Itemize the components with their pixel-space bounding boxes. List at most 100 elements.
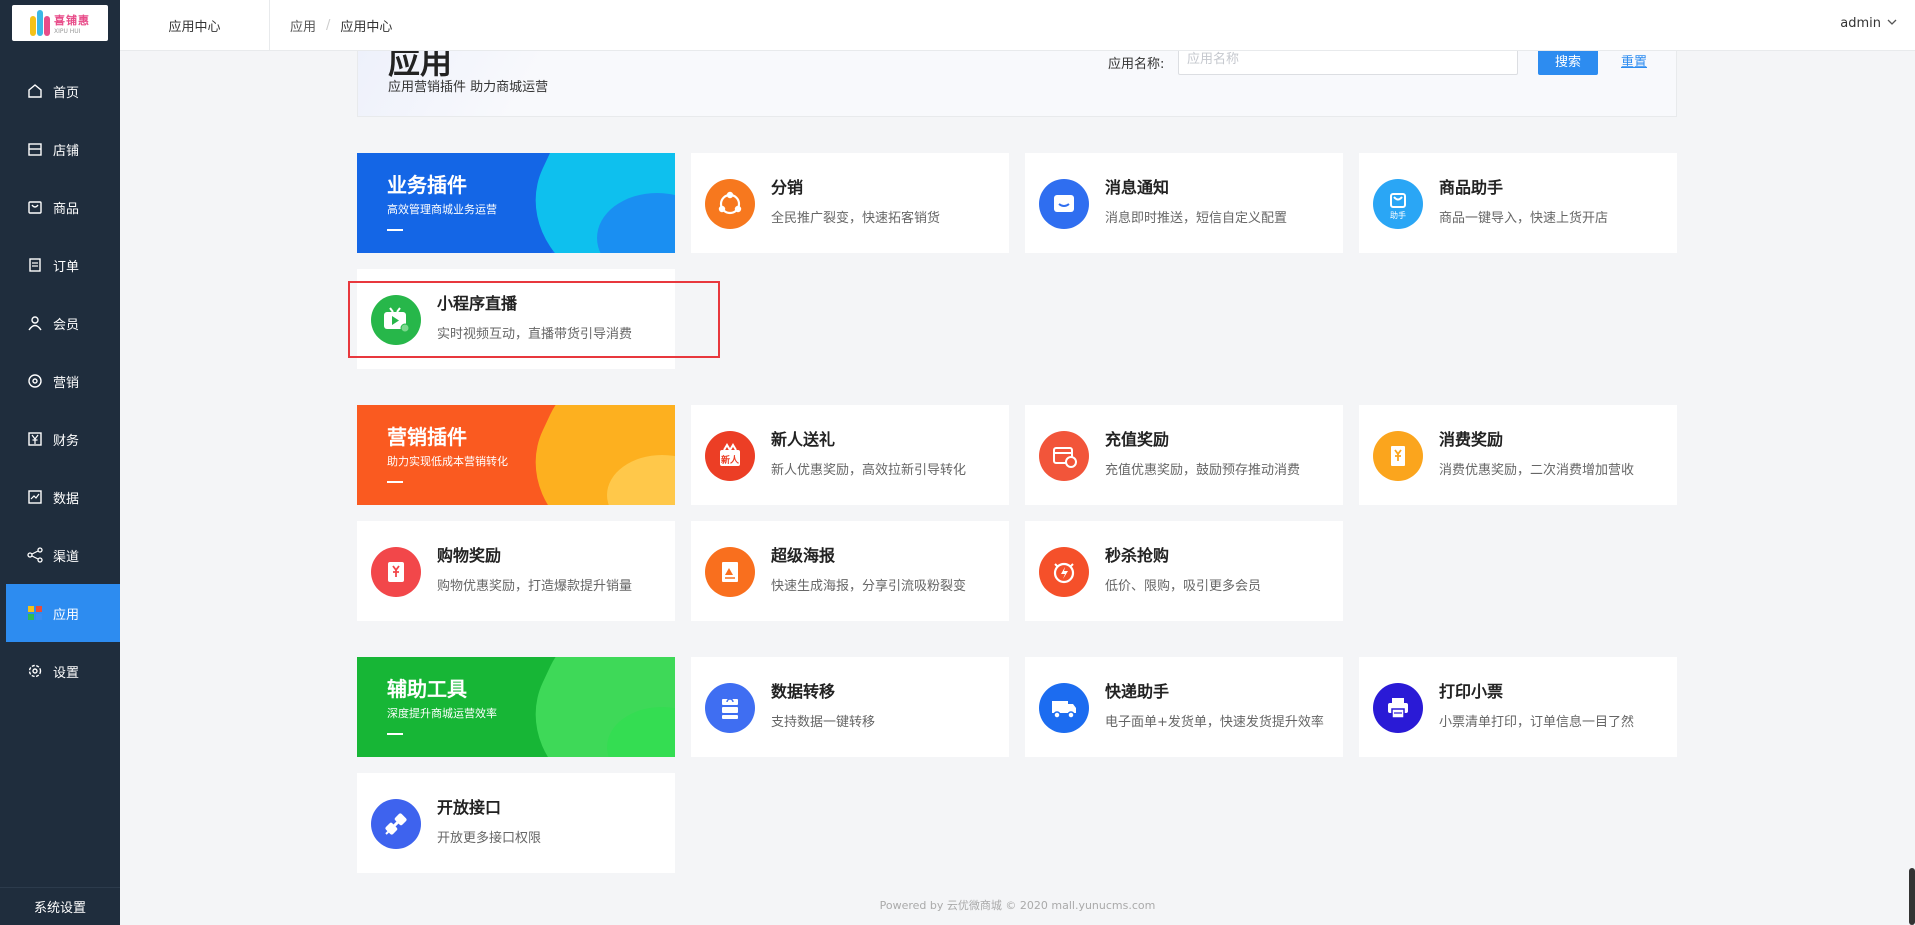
app-title: 秒杀抢购 xyxy=(1105,546,1170,565)
sidebar-item-goods[interactable]: 商品 xyxy=(0,178,120,236)
top-header: 应用中心 应用 / 应用中心 admin xyxy=(120,0,1915,51)
category-title: 辅助工具 xyxy=(387,677,467,701)
home-icon xyxy=(26,83,43,100)
search-button[interactable]: 搜索 xyxy=(1538,51,1598,75)
page-banner: 应用 应用营销插件 助力商城运营 应用名称: 搜索 重置 xyxy=(357,51,1677,117)
sidebar-item-marketing[interactable]: 营销 xyxy=(0,352,120,410)
app-card-recharge-reward[interactable]: 充值奖励 充值优惠奖励，鼓励预存推动消费 xyxy=(1025,405,1343,505)
logo-subtext: XIPU HUI xyxy=(54,27,81,35)
sidebar-item-order[interactable]: 订单 xyxy=(0,236,120,294)
shopping-icon xyxy=(371,547,421,597)
sidebar-item-finance[interactable]: 财务 xyxy=(0,410,120,468)
reset-link[interactable]: 重置 xyxy=(1621,51,1647,70)
category-business-plugins: 业务插件 高效管理商城业务运营 xyxy=(357,153,675,253)
sidebar-item-label: 首页 xyxy=(53,85,80,101)
app-desc: 全民推广裂变，快速拓客销货 xyxy=(771,211,941,226)
order-icon xyxy=(26,257,43,274)
icon-badge: 新人 xyxy=(720,456,739,466)
category-auxiliary-tools: 辅助工具 深度提升商城运营效率 xyxy=(357,657,675,757)
sidebar-item-label: 数据 xyxy=(53,491,80,507)
app-card-data-transfer[interactable]: 数据转移 支持数据一键转移 xyxy=(691,657,1009,757)
app-desc: 低价、限购，吸引更多会员 xyxy=(1105,579,1262,594)
user-name: admin xyxy=(1840,16,1881,31)
category-subtitle: 助力实现低成本营销转化 xyxy=(387,455,508,468)
sidebar-item-label: 营销 xyxy=(53,375,80,391)
app-title: 打印小票 xyxy=(1439,682,1504,701)
sidebar-item-label: 订单 xyxy=(53,259,80,275)
gift-icon: 新人 xyxy=(705,431,755,481)
sidebar-item-settings[interactable]: 设置 xyxy=(0,642,120,700)
category-dash xyxy=(387,229,403,231)
sidebar-nav: 首页 店铺 商品 订单 会员 营销 财务 数据 渠道 应用 设置 xyxy=(0,62,120,700)
sidebar-item-channel[interactable]: 渠道 xyxy=(0,526,120,584)
sidebar-item-label: 设置 xyxy=(53,665,80,681)
category-title: 营销插件 xyxy=(387,425,467,449)
app-card-message[interactable]: 消息通知 消息即时推送，短信自定义配置 xyxy=(1025,153,1343,253)
sidebar-item-member[interactable]: 会员 xyxy=(0,294,120,352)
app-card-consume-reward[interactable]: 消费奖励 消费优惠奖励，二次消费增加营收 xyxy=(1359,405,1677,505)
logo[interactable]: 喜铺惠 XIPU HUI xyxy=(12,5,108,41)
icon-badge: 助手 xyxy=(1390,211,1406,220)
scrollbar-thumb[interactable] xyxy=(1909,868,1915,925)
data-transfer-icon xyxy=(705,683,755,733)
recharge-icon xyxy=(1039,431,1089,481)
message-icon xyxy=(1039,179,1089,229)
app-desc: 快速生成海报，分享引流吸粉裂变 xyxy=(771,579,967,594)
app-title: 消费奖励 xyxy=(1439,430,1504,449)
distribution-icon xyxy=(705,179,755,229)
sidebar-item-label: 会员 xyxy=(53,317,80,333)
app-desc: 商品一键导入，快速上货开店 xyxy=(1439,211,1609,226)
sidebar-item-apps[interactable]: 应用 xyxy=(6,584,120,642)
app-card-super-poster[interactable]: 超级海报 快速生成海报，分享引流吸粉裂变 xyxy=(691,521,1009,621)
app-title: 新人送礼 xyxy=(771,430,836,449)
logo-text: 喜铺惠 xyxy=(54,13,90,27)
user-menu[interactable]: admin xyxy=(1840,16,1897,31)
app-desc: 购物优惠奖励，打造爆款提升销量 xyxy=(437,579,633,594)
app-card-open-api[interactable]: 开放接口 开放更多接口权限 xyxy=(357,773,675,873)
app-card-distribution[interactable]: 分销 全民推广裂变，快速拓客销货 xyxy=(691,153,1009,253)
app-card-newcomer-gift[interactable]: 新人 新人送礼 新人优惠奖励，高效拉新引导转化 xyxy=(691,405,1009,505)
user-icon xyxy=(26,315,43,332)
breadcrumb-separator: / xyxy=(326,17,331,33)
app-card-express-helper[interactable]: 快递助手 电子面单+发货单，快速发货提升效率 xyxy=(1025,657,1343,757)
sidebar-item-label: 渠道 xyxy=(53,549,80,565)
app-desc: 支持数据一键转移 xyxy=(771,715,876,730)
app-desc: 电子面单+发货单，快速发货提升效率 xyxy=(1105,715,1324,730)
app-card-flash-sale[interactable]: 秒杀抢购 低价、限购，吸引更多会员 xyxy=(1025,521,1343,621)
header-title[interactable]: 应用中心 xyxy=(120,0,270,51)
sidebar-item-data[interactable]: 数据 xyxy=(0,468,120,526)
consume-icon xyxy=(1373,431,1423,481)
sidebar-item-store[interactable]: 店铺 xyxy=(0,120,120,178)
chevron-down-icon xyxy=(1887,16,1897,31)
category-dash xyxy=(387,733,403,735)
breadcrumb-current: 应用中心 xyxy=(340,19,393,35)
app-desc: 新人优惠奖励，高效拉新引导转化 xyxy=(771,463,967,478)
sidebar-item-label: 商品 xyxy=(53,201,80,217)
share-icon xyxy=(26,547,43,564)
app-desc: 消息即时推送，短信自定义配置 xyxy=(1105,211,1288,226)
search-label: 应用名称: xyxy=(1108,57,1165,72)
category-subtitle: 高效管理商城业务运营 xyxy=(387,203,497,216)
app-card-shopping-reward[interactable]: 购物奖励 购物优惠奖励，打造爆款提升销量 xyxy=(357,521,675,621)
footer-copyright: Powered by 云优微商城 © 2020 mall.yunucms.com xyxy=(879,899,1156,912)
search-input[interactable] xyxy=(1178,51,1518,75)
app-title: 超级海报 xyxy=(771,546,836,565)
app-desc: 小票清单打印，订单信息一目了然 xyxy=(1439,715,1635,730)
sidebar-item-home[interactable]: 首页 xyxy=(0,62,120,120)
app-desc: 开放更多接口权限 xyxy=(437,831,542,846)
app-card-goods-helper[interactable]: 助手 商品助手 商品一键导入，快速上货开店 xyxy=(1359,153,1677,253)
chart-icon xyxy=(26,489,43,506)
app-desc: 充值优惠奖励，鼓励预存推动消费 xyxy=(1105,463,1301,478)
truck-icon xyxy=(1039,683,1089,733)
sidebar-item-label: 财务 xyxy=(53,433,80,449)
app-title: 数据转移 xyxy=(771,682,836,701)
api-plug-icon xyxy=(371,799,421,849)
gear-icon xyxy=(26,663,43,680)
breadcrumb-item[interactable]: 应用 xyxy=(290,16,316,35)
app-title: 消息通知 xyxy=(1105,178,1170,197)
yen-icon xyxy=(26,431,43,448)
store-icon xyxy=(26,141,43,158)
app-card-print-receipt[interactable]: 打印小票 小票清单打印，订单信息一目了然 xyxy=(1359,657,1677,757)
printer-icon xyxy=(1373,683,1423,733)
apps-icon xyxy=(26,605,43,622)
